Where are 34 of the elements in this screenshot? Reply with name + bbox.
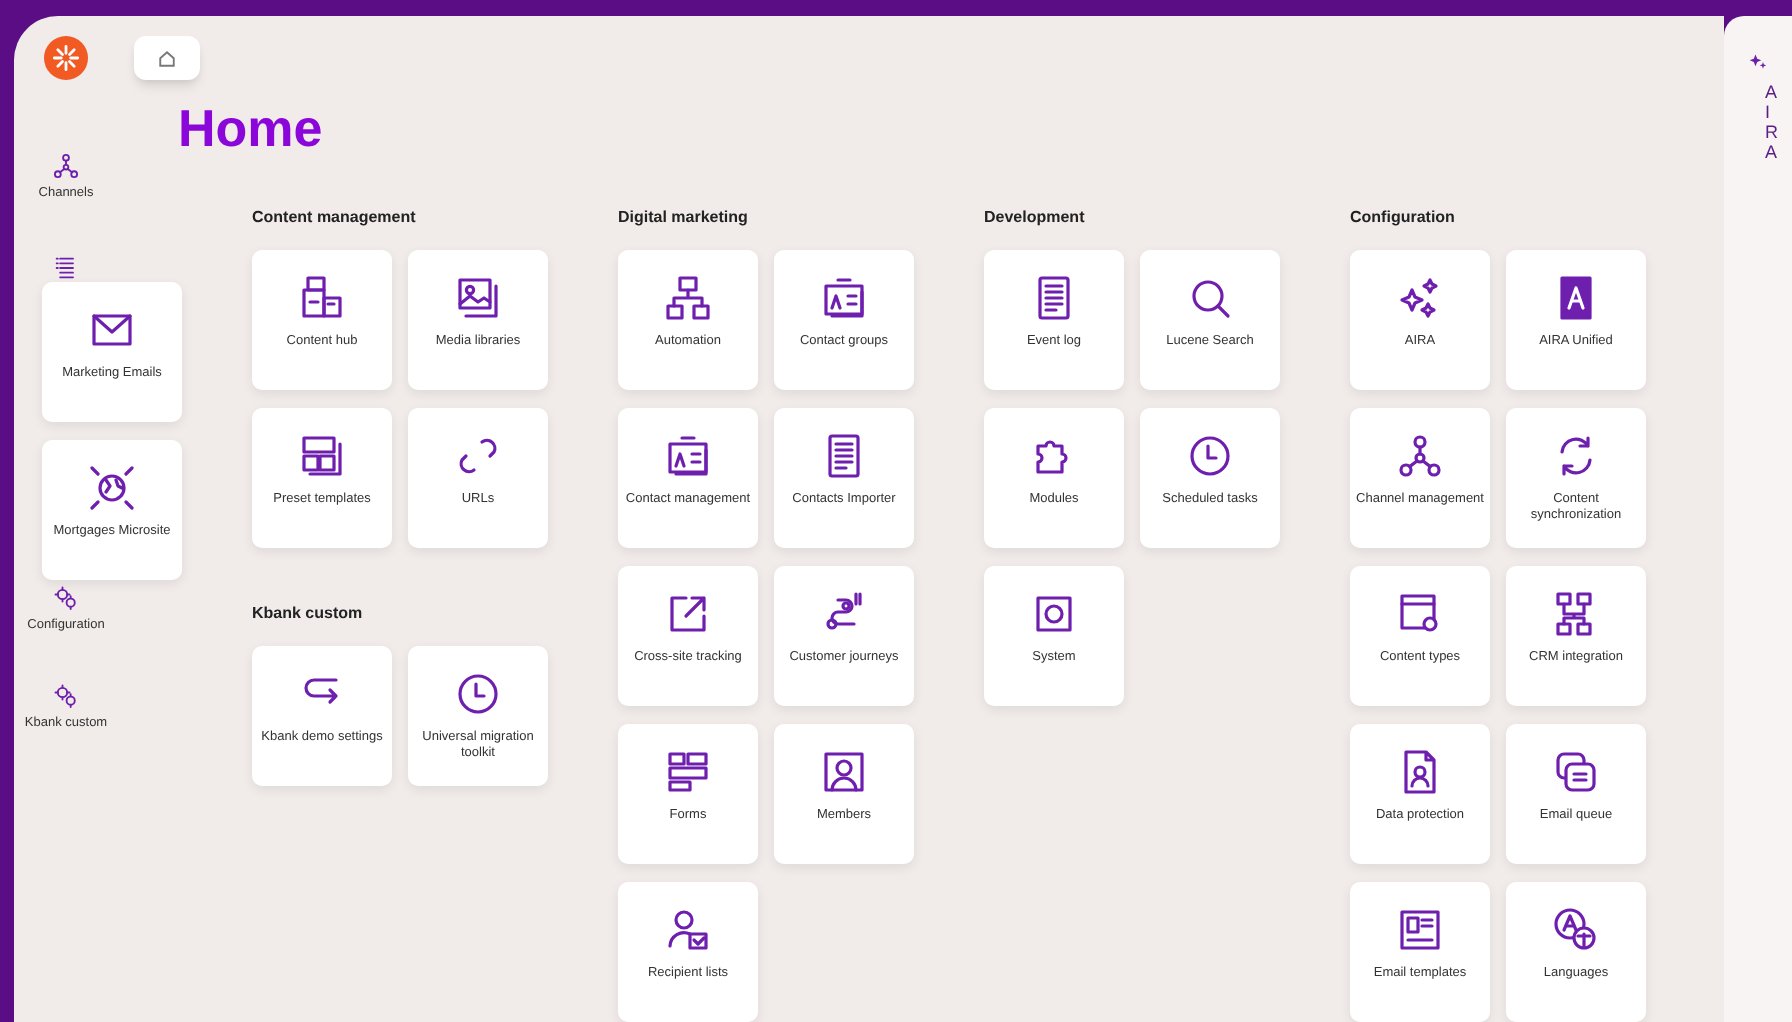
newsletter-icon bbox=[1396, 906, 1444, 954]
gears-icon[interactable] bbox=[52, 682, 80, 710]
side-panel-title: AIRA bbox=[1765, 84, 1779, 164]
section-heading: Kbank custom bbox=[252, 602, 365, 626]
globe-icon bbox=[88, 464, 136, 512]
clock-icon bbox=[1186, 432, 1234, 480]
page-title: Home bbox=[178, 96, 325, 162]
home-icon bbox=[158, 49, 176, 67]
network-icon bbox=[1396, 432, 1444, 480]
list-icon[interactable] bbox=[52, 254, 80, 282]
layout-icon bbox=[298, 432, 346, 480]
id-card-icon bbox=[820, 274, 868, 322]
translate-icon bbox=[1552, 906, 1600, 954]
stacked-messages-icon bbox=[1552, 748, 1600, 796]
person-icon bbox=[820, 748, 868, 796]
id-card-icon bbox=[664, 432, 712, 480]
boxes-icon bbox=[298, 274, 346, 322]
gears-icon[interactable] bbox=[51, 584, 80, 612]
logo-icon[interactable] bbox=[44, 36, 88, 80]
network-icon[interactable] bbox=[52, 152, 80, 180]
home-button[interactable] bbox=[134, 36, 200, 80]
section-heading: Configuration bbox=[1350, 206, 1457, 230]
search-icon bbox=[1186, 274, 1234, 322]
sparkle-icon[interactable] bbox=[1748, 52, 1768, 72]
section-heading: Development bbox=[984, 206, 1087, 230]
image-icon bbox=[454, 274, 502, 322]
hierarchy-icon bbox=[664, 274, 712, 322]
person-check-icon bbox=[664, 906, 712, 954]
section-heading: Content management bbox=[252, 206, 418, 230]
form-icon bbox=[664, 748, 712, 796]
external-link-icon bbox=[664, 590, 712, 638]
clock-icon bbox=[454, 670, 502, 718]
sparkles-icon bbox=[1396, 274, 1444, 322]
section-heading: Digital marketing bbox=[618, 206, 750, 230]
